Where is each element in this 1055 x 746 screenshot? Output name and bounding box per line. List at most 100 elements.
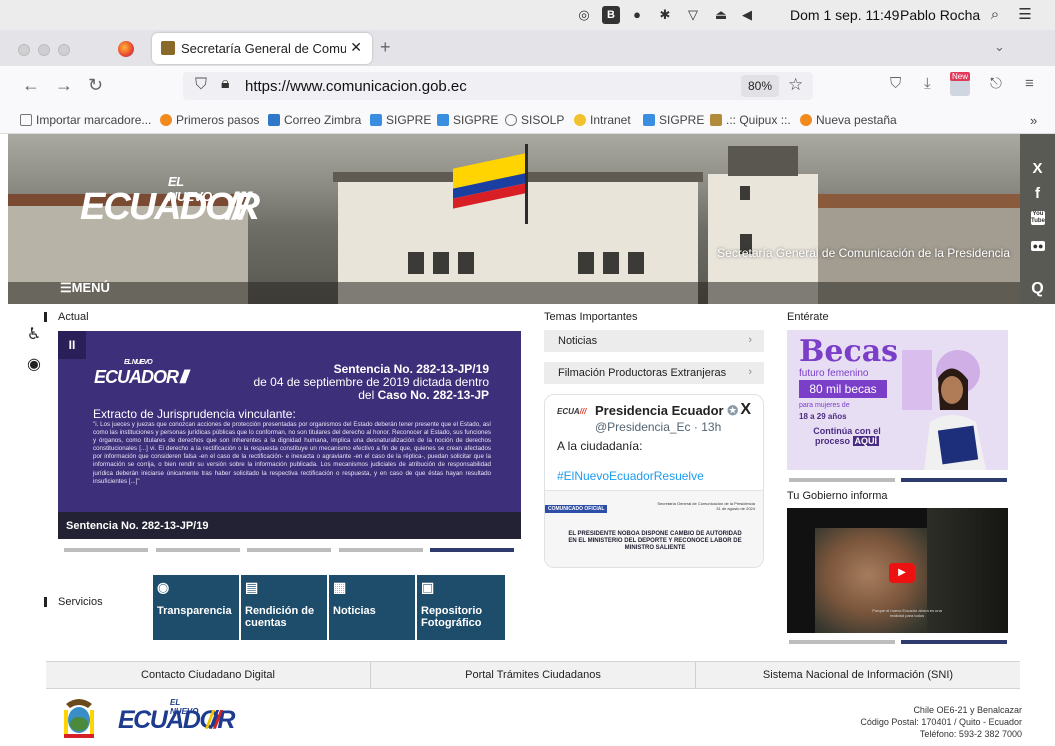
slide-caption[interactable]: Sentencia No. 282-13-JP/19 (58, 512, 521, 539)
becas-edad: 18 a 29 años (799, 412, 847, 421)
reload-button[interactable]: ↻ (88, 75, 103, 96)
becas-banner[interactable]: Becas futuro femenino 80 mil becas para … (787, 330, 1008, 470)
search-icon[interactable]: Q (1020, 280, 1055, 298)
tweet-image[interactable]: COMUNICADO OFICIAL Secretaría General de… (545, 490, 763, 567)
banner-indicator[interactable] (789, 478, 895, 482)
whats-new-icon[interactable]: New (950, 72, 971, 96)
spotlight-search-icon[interactable]: ⌕ (986, 6, 1004, 24)
lock-icon[interactable]: 🔒︎ (221, 75, 230, 93)
browser-tab-bar: Secretaría General de Comunica ✕ + ⌄ (0, 30, 1055, 66)
bookmark-item[interactable]: Intranet (574, 113, 631, 127)
wifi-icon[interactable]: ▽ (684, 6, 702, 24)
slide-logo: EL NUEVO ECUADOR /// (94, 359, 189, 387)
bluetooth-icon[interactable]: ✱ (656, 6, 674, 24)
slide-indicator-active[interactable] (430, 548, 514, 552)
bookmark-star-icon[interactable]: ☆ (788, 75, 803, 95)
app-menu-icon[interactable]: ≡ (1025, 75, 1034, 92)
x-logo-icon[interactable]: X (740, 401, 751, 419)
video-player[interactable]: ▶ Porque el nuevo Ecuador ahora es una r… (787, 508, 1008, 633)
play-button-icon[interactable]: ▶ (889, 563, 915, 583)
window-close-button[interactable] (18, 44, 30, 56)
bookmark-item[interactable]: SIGPRE (437, 113, 498, 127)
forward-button[interactable]: → (55, 75, 73, 96)
url-text[interactable]: https://www.comunicacion.gob.ec (245, 78, 467, 95)
more-bookmarks-chevron-icon[interactable]: » (1030, 113, 1037, 128)
tema-item-filmacion[interactable]: Filmación Productoras Extranjeras › (544, 362, 764, 384)
shield-icon[interactable]: ● (628, 6, 646, 24)
bookmark-item[interactable]: SIGPRE (370, 113, 431, 127)
eject-icon[interactable]: ⏏ (712, 6, 730, 24)
web-page: EL NUEVO ECUADOR /// Secretaría General … (0, 134, 1055, 746)
tweet-text: A la ciudadanía: (557, 439, 643, 453)
menubar-datetime[interactable]: Dom 1 sep. 11:49 (790, 7, 899, 23)
video-indicator-active[interactable] (901, 640, 1007, 644)
new-tab-button[interactable]: + (380, 37, 391, 58)
bookmark-item[interactable]: Importar marcadore... (20, 113, 151, 127)
link-sni[interactable]: Sistema Nacional de Información (SNI) (696, 662, 1020, 688)
newspaper-icon: ▦ (333, 579, 347, 595)
service-rendicion[interactable]: ▤ Rendición de cuentas (241, 575, 327, 640)
pause-button[interactable]: II (58, 331, 86, 359)
video-indicator[interactable] (789, 640, 895, 644)
share-icon[interactable]: ⎋ (990, 75, 1002, 92)
hero-banner: EL NUEVO ECUADOR /// Secretaría General … (8, 134, 1020, 304)
link-portal-tramites[interactable]: Portal Trámites Ciudadanos (371, 662, 695, 688)
link-contacto-ciudadano[interactable]: Contacto Ciudadano Digital (46, 662, 370, 688)
accessibility-icon[interactable]: ♿︎ (24, 324, 44, 344)
comunicado-badge: COMUNICADO OFICIAL (545, 505, 607, 513)
arch-window (458, 252, 474, 274)
slide-indicator[interactable] (64, 548, 148, 552)
photo-icon: ▣ (421, 579, 435, 595)
tema-item-noticias[interactable]: Noticias › (544, 330, 764, 352)
banner-indicator-active[interactable] (901, 478, 1007, 482)
tweet-handle[interactable]: @Presidencia_Ec · 13h (595, 420, 721, 434)
x-twitter-icon[interactable]: X (1020, 160, 1055, 177)
control-center-icon[interactable]: ☰ (1016, 6, 1034, 24)
tweet-author[interactable]: Presidencia Ecuador ✪ (595, 403, 738, 419)
bookmark-item[interactable]: SISOLP (505, 113, 564, 127)
service-repositorio[interactable]: ▣ Repositorio Fotográfico (417, 575, 505, 640)
tracking-shield-icon[interactable]: ⛉ (195, 76, 207, 94)
slide-indicator[interactable] (156, 548, 240, 552)
youtube-icon[interactable]: You Tube (1031, 211, 1045, 225)
roof (818, 194, 1020, 208)
sigpre-icon (643, 114, 655, 126)
firefox-icon[interactable] (118, 41, 134, 57)
facebook-icon[interactable]: f (1020, 185, 1055, 202)
bookmark-item[interactable]: Primeros pasos (160, 113, 259, 127)
eye-icon[interactable]: ◉ (24, 354, 44, 374)
menu-button[interactable]: ☰MENÚ (60, 280, 110, 296)
bookmark-item[interactable]: SIGPRE (643, 113, 704, 127)
volume-icon[interactable]: ◀ (738, 6, 756, 24)
flickr-icon[interactable]: ●● (1031, 241, 1045, 251)
becas-count: 80 mil becas (799, 380, 887, 398)
window-zoom-button[interactable] (58, 44, 70, 56)
service-transparencia[interactable]: ◉ Transparencia (153, 575, 239, 640)
tweet-hashtag[interactable]: #ElNuevoEcuadorResuelve (557, 469, 704, 483)
tweet-embed[interactable]: ECUA/// Presidencia Ecuador ✪ X @Preside… (544, 394, 764, 568)
service-noticias[interactable]: ▦ Noticias (329, 575, 415, 640)
tab-list-chevron-icon[interactable]: ⌄ (994, 39, 1005, 55)
b-app-icon[interactable]: B (602, 6, 620, 24)
tab-active[interactable]: Secretaría General de Comunica ✕ (152, 33, 372, 64)
screen-mirroring-icon[interactable]: ◎ (575, 6, 593, 24)
slide-indicator[interactable] (247, 548, 331, 552)
verified-badge-icon: ✪ (727, 403, 739, 418)
bookmark-item[interactable]: .:: Quipux ::. (710, 113, 791, 127)
arch-window (628, 252, 644, 274)
downloads-icon[interactable]: ⤓ (924, 75, 931, 92)
bookmark-item[interactable]: Correo Zimbra (268, 113, 361, 127)
url-bar[interactable]: ⛉ 🔒︎ https://www.comunicacion.gob.ec 80%… (183, 72, 813, 100)
slide-body-text: "i. Los jueces y juezas que conozcan acc… (93, 421, 491, 485)
street-shadow (8, 282, 1020, 304)
pocket-icon[interactable]: ⛉ (890, 75, 901, 92)
slide-indicator[interactable] (339, 548, 423, 552)
back-button[interactable]: ← (22, 75, 40, 96)
window-minimize-button[interactable] (38, 44, 50, 56)
tab-close-icon[interactable]: ✕ (350, 39, 362, 56)
zoom-level-badge[interactable]: 80% (741, 75, 779, 97)
tweet-avatar: ECUA/// (557, 407, 587, 416)
menubar-user[interactable]: Pablo Rocha (900, 7, 980, 23)
news-slider[interactable]: II EL NUEVO ECUADOR /// Sentencia No. 282… (58, 331, 521, 539)
bookmark-item[interactable]: Nueva pestaña (800, 113, 897, 127)
